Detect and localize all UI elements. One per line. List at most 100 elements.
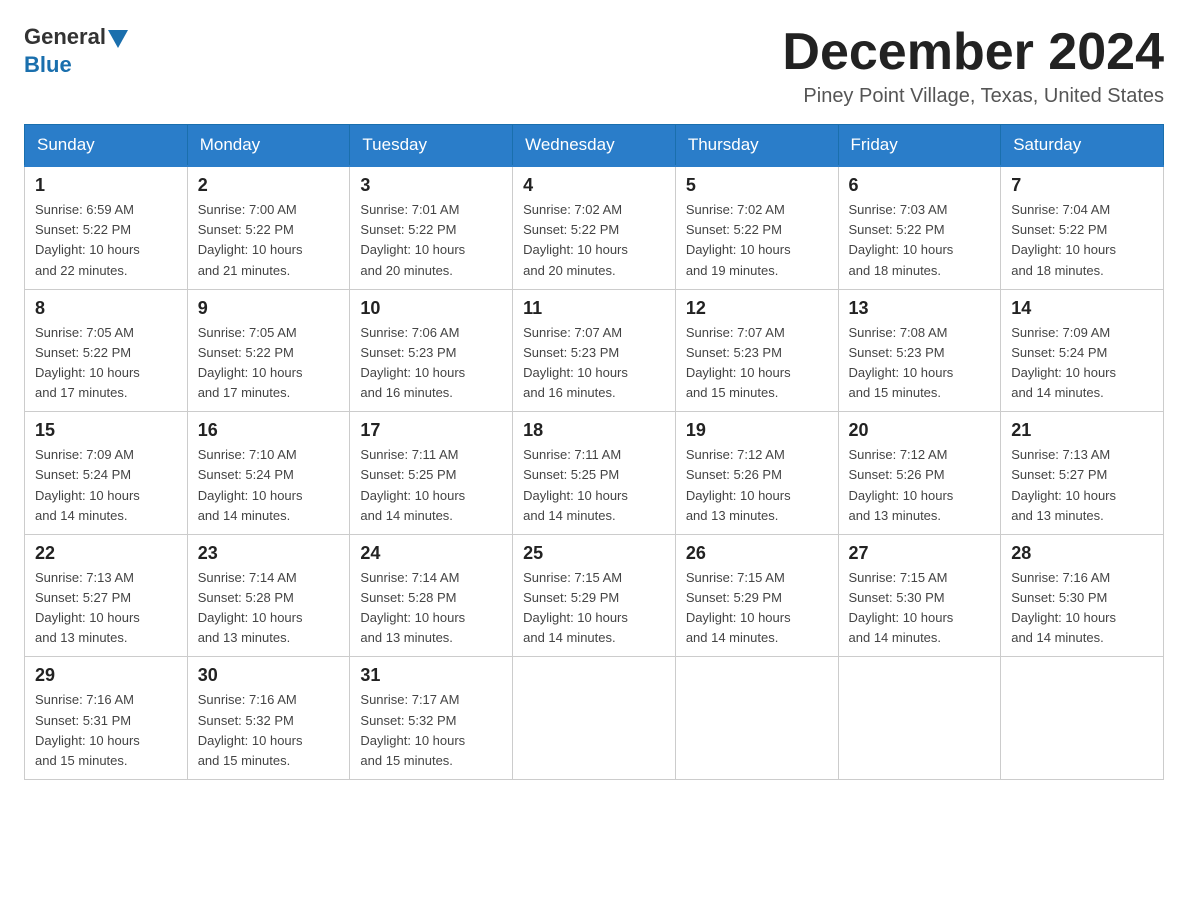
calendar-cell: 20 Sunrise: 7:12 AMSunset: 5:26 PMDayligh…: [838, 412, 1001, 535]
day-number: 6: [849, 175, 991, 196]
calendar-cell: 14 Sunrise: 7:09 AMSunset: 5:24 PMDayligh…: [1001, 289, 1164, 412]
day-info: Sunrise: 7:02 AMSunset: 5:22 PMDaylight:…: [686, 200, 828, 281]
day-info: Sunrise: 6:59 AMSunset: 5:22 PMDaylight:…: [35, 200, 177, 281]
day-number: 11: [523, 298, 665, 319]
day-info: Sunrise: 7:13 AMSunset: 5:27 PMDaylight:…: [35, 568, 177, 649]
calendar-cell: 24 Sunrise: 7:14 AMSunset: 5:28 PMDayligh…: [350, 534, 513, 657]
day-number: 27: [849, 543, 991, 564]
calendar-cell: 26 Sunrise: 7:15 AMSunset: 5:29 PMDayligh…: [675, 534, 838, 657]
calendar-cell: 29Sunrise: 7:16 AMSunset: 5:31 PMDayligh…: [25, 657, 188, 780]
calendar-header: SundayMondayTuesdayWednesdayThursdayFrid…: [25, 125, 1164, 167]
day-number: 15: [35, 420, 177, 441]
day-info: Sunrise: 7:01 AMSunset: 5:22 PMDaylight:…: [360, 200, 502, 281]
day-info: Sunrise: 7:16 AMSunset: 5:30 PMDaylight:…: [1011, 568, 1153, 649]
calendar-cell: [513, 657, 676, 780]
page-header: General Blue December 2024 Piney Point V…: [24, 24, 1164, 108]
calendar-cell: 30Sunrise: 7:16 AMSunset: 5:32 PMDayligh…: [187, 657, 350, 780]
day-number: 20: [849, 420, 991, 441]
day-number: 21: [1011, 420, 1153, 441]
calendar-cell: 7Sunrise: 7:04 AMSunset: 5:22 PMDaylight…: [1001, 166, 1164, 289]
calendar-cell: 1 Sunrise: 6:59 AMSunset: 5:22 PMDaylight…: [25, 166, 188, 289]
day-number: 14: [1011, 298, 1153, 319]
calendar-cell: 5Sunrise: 7:02 AMSunset: 5:22 PMDaylight…: [675, 166, 838, 289]
day-number: 24: [360, 543, 502, 564]
month-title: December 2024: [782, 24, 1164, 81]
calendar-cell: 3 Sunrise: 7:01 AMSunset: 5:22 PMDaylight…: [350, 166, 513, 289]
day-info: Sunrise: 7:15 AMSunset: 5:29 PMDaylight:…: [686, 568, 828, 649]
day-info: Sunrise: 7:05 AMSunset: 5:22 PMDaylight:…: [198, 323, 340, 404]
day-number: 31: [360, 665, 502, 686]
calendar-cell: 21 Sunrise: 7:13 AMSunset: 5:27 PMDayligh…: [1001, 412, 1164, 535]
logo-blue-text: Blue: [24, 52, 72, 78]
day-header-wednesday: Wednesday: [513, 125, 676, 167]
day-info: Sunrise: 7:12 AMSunset: 5:26 PMDaylight:…: [849, 445, 991, 526]
calendar-cell: 18Sunrise: 7:11 AMSunset: 5:25 PMDayligh…: [513, 412, 676, 535]
day-number: 16: [198, 420, 340, 441]
calendar-cell: 28 Sunrise: 7:16 AMSunset: 5:30 PMDayligh…: [1001, 534, 1164, 657]
week-row-1: 1 Sunrise: 6:59 AMSunset: 5:22 PMDaylight…: [25, 166, 1164, 289]
day-number: 8: [35, 298, 177, 319]
day-info: Sunrise: 7:13 AMSunset: 5:27 PMDaylight:…: [1011, 445, 1153, 526]
day-header-saturday: Saturday: [1001, 125, 1164, 167]
title-section: December 2024 Piney Point Village, Texas…: [782, 24, 1164, 108]
day-info: Sunrise: 7:16 AMSunset: 5:31 PMDaylight:…: [35, 690, 177, 771]
day-info: Sunrise: 7:00 AMSunset: 5:22 PMDaylight:…: [198, 200, 340, 281]
day-info: Sunrise: 7:09 AMSunset: 5:24 PMDaylight:…: [1011, 323, 1153, 404]
day-number: 2: [198, 175, 340, 196]
day-number: 10: [360, 298, 502, 319]
calendar-cell: 13Sunrise: 7:08 AMSunset: 5:23 PMDayligh…: [838, 289, 1001, 412]
day-info: Sunrise: 7:09 AMSunset: 5:24 PMDaylight:…: [35, 445, 177, 526]
days-of-week-row: SundayMondayTuesdayWednesdayThursdayFrid…: [25, 125, 1164, 167]
calendar-cell: 19 Sunrise: 7:12 AMSunset: 5:26 PMDayligh…: [675, 412, 838, 535]
day-number: 22: [35, 543, 177, 564]
day-number: 17: [360, 420, 502, 441]
calendar-cell: [675, 657, 838, 780]
day-info: Sunrise: 7:10 AMSunset: 5:24 PMDaylight:…: [198, 445, 340, 526]
calendar-table: SundayMondayTuesdayWednesdayThursdayFrid…: [24, 124, 1164, 780]
day-header-sunday: Sunday: [25, 125, 188, 167]
day-info: Sunrise: 7:12 AMSunset: 5:26 PMDaylight:…: [686, 445, 828, 526]
day-info: Sunrise: 7:02 AMSunset: 5:22 PMDaylight:…: [523, 200, 665, 281]
location-subtitle: Piney Point Village, Texas, United State…: [782, 85, 1164, 108]
calendar-cell: 27 Sunrise: 7:15 AMSunset: 5:30 PMDayligh…: [838, 534, 1001, 657]
day-info: Sunrise: 7:08 AMSunset: 5:23 PMDaylight:…: [849, 323, 991, 404]
day-number: 12: [686, 298, 828, 319]
day-info: Sunrise: 7:11 AMSunset: 5:25 PMDaylight:…: [360, 445, 502, 526]
day-header-friday: Friday: [838, 125, 1001, 167]
day-number: 1: [35, 175, 177, 196]
day-number: 23: [198, 543, 340, 564]
day-info: Sunrise: 7:04 AMSunset: 5:22 PMDaylight:…: [1011, 200, 1153, 281]
day-number: 25: [523, 543, 665, 564]
calendar-cell: 2 Sunrise: 7:00 AMSunset: 5:22 PMDaylight…: [187, 166, 350, 289]
calendar-cell: 15 Sunrise: 7:09 AMSunset: 5:24 PMDayligh…: [25, 412, 188, 535]
day-info: Sunrise: 7:07 AMSunset: 5:23 PMDaylight:…: [523, 323, 665, 404]
day-info: Sunrise: 7:14 AMSunset: 5:28 PMDaylight:…: [360, 568, 502, 649]
calendar-cell: 17 Sunrise: 7:11 AMSunset: 5:25 PMDayligh…: [350, 412, 513, 535]
day-header-monday: Monday: [187, 125, 350, 167]
day-number: 19: [686, 420, 828, 441]
day-number: 3: [360, 175, 502, 196]
day-info: Sunrise: 7:16 AMSunset: 5:32 PMDaylight:…: [198, 690, 340, 771]
calendar-cell: 6Sunrise: 7:03 AMSunset: 5:22 PMDaylight…: [838, 166, 1001, 289]
calendar-body: 1 Sunrise: 6:59 AMSunset: 5:22 PMDaylight…: [25, 166, 1164, 779]
day-info: Sunrise: 7:07 AMSunset: 5:23 PMDaylight:…: [686, 323, 828, 404]
calendar-cell: [1001, 657, 1164, 780]
calendar-cell: 10 Sunrise: 7:06 AMSunset: 5:23 PMDayligh…: [350, 289, 513, 412]
day-info: Sunrise: 7:17 AMSunset: 5:32 PMDaylight:…: [360, 690, 502, 771]
day-header-thursday: Thursday: [675, 125, 838, 167]
day-info: Sunrise: 7:15 AMSunset: 5:29 PMDaylight:…: [523, 568, 665, 649]
calendar-cell: 9Sunrise: 7:05 AMSunset: 5:22 PMDaylight…: [187, 289, 350, 412]
day-info: Sunrise: 7:15 AMSunset: 5:30 PMDaylight:…: [849, 568, 991, 649]
week-row-4: 22 Sunrise: 7:13 AMSunset: 5:27 PMDayligh…: [25, 534, 1164, 657]
day-number: 26: [686, 543, 828, 564]
day-number: 18: [523, 420, 665, 441]
calendar-cell: [838, 657, 1001, 780]
calendar-cell: 31 Sunrise: 7:17 AMSunset: 5:32 PMDayligh…: [350, 657, 513, 780]
calendar-cell: 22 Sunrise: 7:13 AMSunset: 5:27 PMDayligh…: [25, 534, 188, 657]
calendar-cell: 4 Sunrise: 7:02 AMSunset: 5:22 PMDaylight…: [513, 166, 676, 289]
day-info: Sunrise: 7:06 AMSunset: 5:23 PMDaylight:…: [360, 323, 502, 404]
day-info: Sunrise: 7:14 AMSunset: 5:28 PMDaylight:…: [198, 568, 340, 649]
day-number: 28: [1011, 543, 1153, 564]
day-number: 4: [523, 175, 665, 196]
calendar-cell: 23 Sunrise: 7:14 AMSunset: 5:28 PMDayligh…: [187, 534, 350, 657]
